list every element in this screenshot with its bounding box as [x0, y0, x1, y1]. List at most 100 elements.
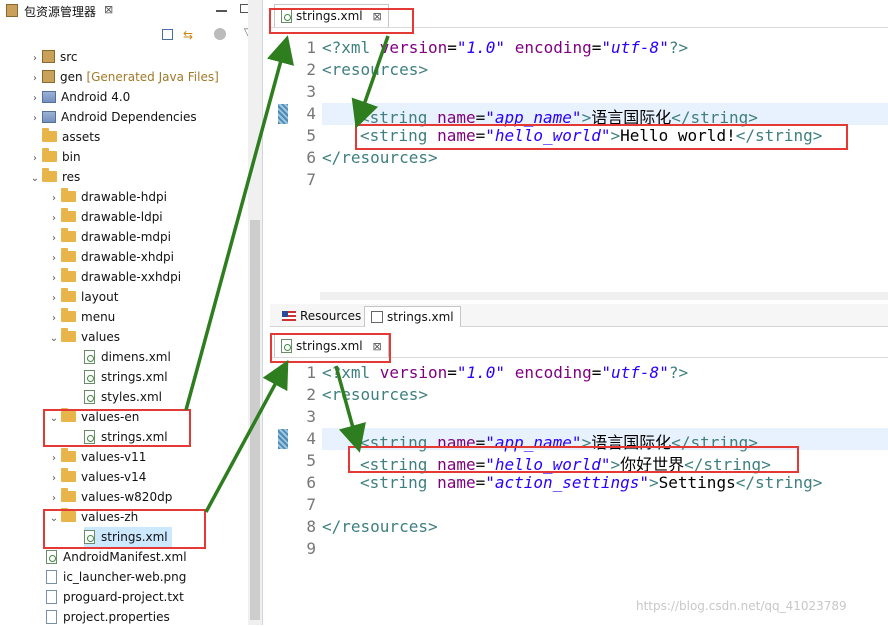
- xml-file-icon: [84, 390, 95, 404]
- chevron-right-icon[interactable]: ›: [47, 229, 61, 249]
- xml-file-icon: [84, 370, 95, 384]
- chevron-right-icon[interactable]: ›: [47, 269, 61, 289]
- flag-icon: [282, 311, 296, 321]
- line-number: 6: [306, 148, 316, 167]
- chevron-right-icon[interactable]: ›: [47, 249, 61, 269]
- tree-item-label: Android Dependencies: [61, 110, 197, 124]
- scrollbar-thumb[interactable]: [250, 220, 260, 620]
- folder-icon: [61, 308, 76, 322]
- line-number: 4: [306, 429, 316, 448]
- annotation-box-top-tab: [269, 8, 414, 34]
- folder-icon: [61, 328, 76, 342]
- tree-item-label: values: [81, 330, 121, 344]
- code-line-2: <resources>: [322, 385, 428, 404]
- editor-top: strings.xml ⊠ 1 2 3 4 5 6 7 <?xml versio…: [270, 0, 888, 304]
- code-line-1: <?xml version="1.0" encoding="utf-8"?>: [322, 38, 689, 57]
- tree-item-android[interactable]: › Android 4.0: [28, 87, 130, 107]
- xml-file-icon: [84, 350, 95, 364]
- chevron-right-icon[interactable]: ›: [47, 309, 61, 329]
- chevron-right-icon[interactable]: ›: [28, 49, 42, 69]
- chevron-down-icon[interactable]: ⌄: [47, 329, 61, 349]
- tab-resources[interactable]: Resources: [276, 306, 367, 326]
- watermark: https://blog.csdn.net/qq_41023789: [636, 599, 847, 613]
- tree-item-gen[interactable]: › gen [Generated Java Files]: [28, 67, 219, 87]
- explorer-toolbar: ⇆ ▽: [0, 24, 262, 46]
- chevron-right-icon[interactable]: ›: [47, 209, 61, 229]
- tree-item-label: values-v11: [81, 450, 147, 464]
- change-marker-icon: [278, 104, 288, 124]
- folder-icon: [61, 268, 76, 282]
- chevron-right-icon[interactable]: ›: [28, 149, 42, 169]
- folder-icon: [61, 448, 76, 462]
- horizontal-scrollbar[interactable]: [320, 292, 888, 300]
- tree-item-menu[interactable]: › menu: [47, 307, 115, 327]
- chevron-right-icon[interactable]: ›: [47, 489, 61, 509]
- tree-item-label: values-w820dp: [81, 490, 173, 504]
- chevron-right-icon[interactable]: ›: [28, 89, 42, 109]
- chevron-down-icon[interactable]: ⌄: [28, 169, 42, 189]
- tree-item-src[interactable]: › src: [28, 47, 78, 67]
- minimize-icon[interactable]: [216, 10, 227, 12]
- tree-item-ic-launcher[interactable]: ic_launcher-web.png: [46, 567, 186, 587]
- tree-item-values-w820dp[interactable]: › values-w820dp: [47, 487, 172, 507]
- tree-item-label: assets: [62, 130, 101, 144]
- tree-item-label: ic_launcher-web.png: [63, 570, 187, 584]
- tree-item-res[interactable]: ⌄ res: [28, 167, 80, 187]
- library-icon: [42, 91, 56, 103]
- line-number: 5: [306, 451, 316, 470]
- tree-item-manifest[interactable]: AndroidManifest.xml: [46, 547, 187, 567]
- tree-item-values-v14[interactable]: › values-v14: [47, 467, 146, 487]
- editor-text-area[interactable]: 1 2 3 4 5 6 7 <?xml version="1.0" encodi…: [270, 36, 888, 286]
- tree-item-values-v11[interactable]: › values-v11: [47, 447, 146, 467]
- explorer-title[interactable]: 包资源管理器: [24, 3, 96, 20]
- chevron-right-icon[interactable]: ›: [47, 289, 61, 309]
- tree-item-label: drawable-xhdpi: [81, 250, 175, 264]
- annotation-box-values-zh: [43, 509, 206, 549]
- tree-item-label: Android 4.0: [61, 90, 131, 104]
- tree-item-layout[interactable]: › layout: [47, 287, 118, 307]
- change-marker-icon: [278, 429, 288, 449]
- tree-item-label: drawable-hdpi: [81, 190, 167, 204]
- tree-item-dimens-xml[interactable]: dimens.xml: [84, 347, 171, 367]
- line-number: 6: [306, 473, 316, 492]
- tree-item-label: menu: [81, 310, 116, 324]
- tree-item-assets[interactable]: assets: [28, 127, 100, 147]
- link-editor-icon[interactable]: ⇆: [183, 28, 193, 42]
- package-folder-icon: [42, 70, 55, 83]
- tree-item-drawable-hdpi[interactable]: › drawable-hdpi: [47, 187, 167, 207]
- tree-item-values[interactable]: ⌄ values: [47, 327, 120, 347]
- close-icon[interactable]: ⊠: [104, 3, 113, 16]
- code-line-2: <resources>: [322, 60, 428, 79]
- folder-icon: [61, 468, 76, 482]
- editor-text-area[interactable]: 1 2 3 4 5 6 7 8 9 <?xml version="1.0" en…: [270, 361, 888, 601]
- chevron-right-icon[interactable]: ›: [28, 109, 42, 129]
- view-menu-icon[interactable]: [214, 28, 226, 40]
- annotation-box-bottom-line5: [348, 446, 799, 473]
- chevron-right-icon[interactable]: ›: [47, 469, 61, 489]
- tree-item-project-properties[interactable]: project.properties: [46, 607, 170, 627]
- code-line-6: <string name="action_settings">Settings<…: [360, 473, 823, 492]
- tree-item-drawable-ldpi[interactable]: › drawable-ldpi: [47, 207, 163, 227]
- editor-bottom: strings.xml ⊠ 1 2 3 4 5 6 7 8 9 <?xml ve…: [270, 330, 888, 625]
- tree-item-strings-xml[interactable]: strings.xml: [84, 367, 168, 387]
- tree-item-label: values-v14: [81, 470, 147, 484]
- folder-icon: [61, 248, 76, 262]
- line-number: 1: [306, 363, 316, 382]
- tree-item-proguard[interactable]: proguard-project.txt: [46, 587, 184, 607]
- chevron-right-icon[interactable]: ›: [47, 449, 61, 469]
- tree-item-drawable-xxhdpi[interactable]: › drawable-xxhdpi: [47, 267, 181, 287]
- tree-item-dependencies[interactable]: › Android Dependencies: [28, 107, 197, 127]
- tree-item-drawable-mdpi[interactable]: › drawable-mdpi: [47, 227, 171, 247]
- tab-source[interactable]: strings.xml: [364, 306, 461, 327]
- chevron-right-icon[interactable]: ›: [47, 189, 61, 209]
- chevron-right-icon[interactable]: ›: [28, 69, 42, 89]
- line-number: 7: [306, 495, 316, 514]
- annotation-box-top-line5: [355, 124, 848, 150]
- tree-item-styles-xml[interactable]: styles.xml: [84, 387, 162, 407]
- tree-item-drawable-xhdpi[interactable]: › drawable-xhdpi: [47, 247, 174, 267]
- explorer-header: 包资源管理器 ⊠: [0, 0, 262, 22]
- line-number: 5: [306, 126, 316, 145]
- properties-file-icon: [46, 610, 57, 624]
- tree-item-bin[interactable]: › bin: [28, 147, 81, 167]
- collapse-all-icon[interactable]: [162, 29, 173, 40]
